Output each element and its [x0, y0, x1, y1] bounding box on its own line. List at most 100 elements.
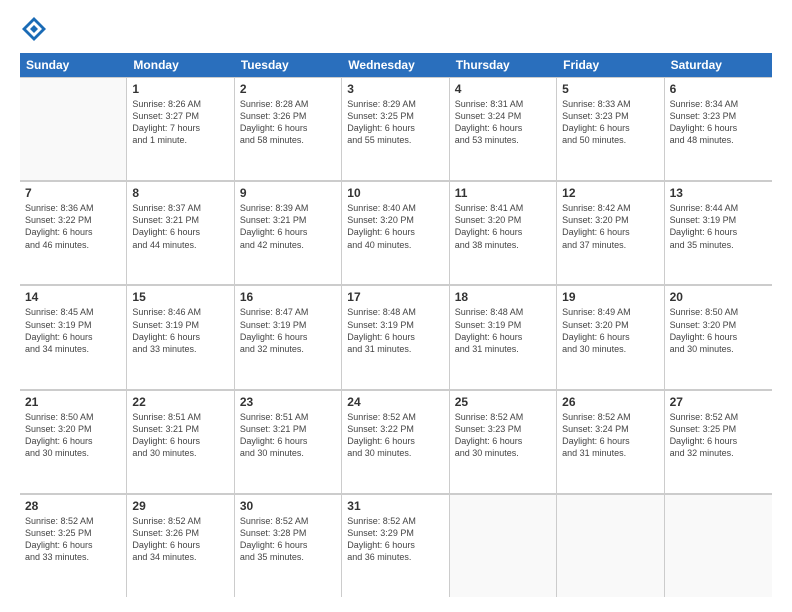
cal-cell: 3 Sunrise: 8:29 AM Sunset: 3:25 PM Daylig… [342, 77, 449, 180]
day-info: Sunrise: 8:31 AM Sunset: 3:24 PM Dayligh… [455, 98, 551, 147]
page: SundayMondayTuesdayWednesdayThursdayFrid… [0, 0, 792, 612]
cal-cell: 28 Sunrise: 8:52 AM Sunset: 3:25 PM Dayli… [20, 494, 127, 597]
cal-cell: 29Sunrise: 8:52 AM Sunset: 3:26 PM Dayli… [127, 494, 234, 597]
cal-cell [450, 494, 557, 597]
day-number: 17 [347, 290, 443, 304]
day-info: Sunrise: 8:37 AM Sunset: 3:21 PM Dayligh… [132, 202, 228, 251]
cal-cell [665, 494, 772, 597]
day-info: Sunrise: 8:50 AM Sunset: 3:20 PM Dayligh… [25, 411, 121, 460]
cal-cell: 7Sunrise: 8:36 AM Sunset: 3:22 PM Daylig… [20, 181, 127, 284]
day-info: Sunrise: 8:50 AM Sunset: 3:20 PM Dayligh… [670, 306, 767, 355]
cal-cell: 20Sunrise: 8:50 AM Sunset: 3:20 PM Dayli… [665, 285, 772, 388]
cal-header-cell: Sunday [20, 53, 127, 77]
cal-week: 14 Sunrise: 8:45 AM Sunset: 3:19 PM Dayli… [20, 285, 772, 389]
day-number: 9 [240, 186, 336, 200]
day-info: Sunrise: 8:40 AM Sunset: 3:20 PM Dayligh… [347, 202, 443, 251]
day-number: 12 [562, 186, 658, 200]
day-info: Sunrise: 8:51 AM Sunset: 3:21 PM Dayligh… [132, 411, 228, 460]
cal-header-cell: Tuesday [235, 53, 342, 77]
day-info: Sunrise: 8:26 AM Sunset: 3:27 PM Dayligh… [132, 98, 228, 147]
calendar-header: SundayMondayTuesdayWednesdayThursdayFrid… [20, 53, 772, 77]
day-number: 11 [455, 186, 551, 200]
day-number: 19 [562, 290, 658, 304]
day-number: 2 [240, 82, 336, 96]
cal-cell: 22 Sunrise: 8:51 AM Sunset: 3:21 PM Dayli… [127, 390, 234, 493]
cal-week: 7Sunrise: 8:36 AM Sunset: 3:22 PM Daylig… [20, 181, 772, 285]
cal-cell: 16 Sunrise: 8:47 AM Sunset: 3:19 PM Dayli… [235, 285, 342, 388]
cal-cell: 4 Sunrise: 8:31 AM Sunset: 3:24 PM Daylig… [450, 77, 557, 180]
cal-cell: 2Sunrise: 8:28 AM Sunset: 3:26 PM Daylig… [235, 77, 342, 180]
day-info: Sunrise: 8:49 AM Sunset: 3:20 PM Dayligh… [562, 306, 658, 355]
day-info: Sunrise: 8:48 AM Sunset: 3:19 PM Dayligh… [455, 306, 551, 355]
cal-cell: 12 Sunrise: 8:42 AM Sunset: 3:20 PM Dayli… [557, 181, 664, 284]
day-number: 10 [347, 186, 443, 200]
cal-cell: 10 Sunrise: 8:40 AM Sunset: 3:20 PM Dayli… [342, 181, 449, 284]
cal-header-cell: Friday [557, 53, 664, 77]
day-number: 7 [25, 186, 121, 200]
cal-cell: 30 Sunrise: 8:52 AM Sunset: 3:28 PM Dayli… [235, 494, 342, 597]
cal-cell: 14 Sunrise: 8:45 AM Sunset: 3:19 PM Dayli… [20, 285, 127, 388]
day-number: 26 [562, 395, 658, 409]
cal-cell: 6 Sunrise: 8:34 AM Sunset: 3:23 PM Daylig… [665, 77, 772, 180]
cal-header-cell: Monday [127, 53, 234, 77]
day-number: 24 [347, 395, 443, 409]
day-number: 21 [25, 395, 121, 409]
cal-cell: 13 Sunrise: 8:44 AM Sunset: 3:19 PM Dayli… [665, 181, 772, 284]
header [20, 15, 772, 43]
cal-cell: 5Sunrise: 8:33 AM Sunset: 3:23 PM Daylig… [557, 77, 664, 180]
day-number: 1 [132, 82, 228, 96]
day-number: 18 [455, 290, 551, 304]
day-number: 15 [132, 290, 228, 304]
cal-cell: 17Sunrise: 8:48 AM Sunset: 3:19 PM Dayli… [342, 285, 449, 388]
day-info: Sunrise: 8:44 AM Sunset: 3:19 PM Dayligh… [670, 202, 767, 251]
cal-header-cell: Thursday [450, 53, 557, 77]
cal-cell: 24 Sunrise: 8:52 AM Sunset: 3:22 PM Dayli… [342, 390, 449, 493]
cal-week: 1 Sunrise: 8:26 AM Sunset: 3:27 PM Daylig… [20, 77, 772, 181]
cal-cell: 26 Sunrise: 8:52 AM Sunset: 3:24 PM Dayli… [557, 390, 664, 493]
logo [20, 15, 54, 43]
day-number: 22 [132, 395, 228, 409]
day-number: 3 [347, 82, 443, 96]
cal-cell: 25Sunrise: 8:52 AM Sunset: 3:23 PM Dayli… [450, 390, 557, 493]
day-number: 29 [132, 499, 228, 513]
cal-cell: 18 Sunrise: 8:48 AM Sunset: 3:19 PM Dayli… [450, 285, 557, 388]
day-info: Sunrise: 8:46 AM Sunset: 3:19 PM Dayligh… [132, 306, 228, 355]
cal-cell [20, 77, 127, 180]
cal-cell: 15 Sunrise: 8:46 AM Sunset: 3:19 PM Dayli… [127, 285, 234, 388]
day-number: 28 [25, 499, 121, 513]
day-number: 4 [455, 82, 551, 96]
day-info: Sunrise: 8:52 AM Sunset: 3:22 PM Dayligh… [347, 411, 443, 460]
cal-cell: 21 Sunrise: 8:50 AM Sunset: 3:20 PM Dayli… [20, 390, 127, 493]
day-info: Sunrise: 8:51 AM Sunset: 3:21 PM Dayligh… [240, 411, 336, 460]
day-number: 16 [240, 290, 336, 304]
cal-cell [557, 494, 664, 597]
day-info: Sunrise: 8:39 AM Sunset: 3:21 PM Dayligh… [240, 202, 336, 251]
cal-cell: 23 Sunrise: 8:51 AM Sunset: 3:21 PM Dayli… [235, 390, 342, 493]
cal-week: 21 Sunrise: 8:50 AM Sunset: 3:20 PM Dayli… [20, 390, 772, 494]
day-info: Sunrise: 8:52 AM Sunset: 3:25 PM Dayligh… [25, 515, 121, 564]
cal-header-cell: Saturday [665, 53, 772, 77]
day-info: Sunrise: 8:29 AM Sunset: 3:25 PM Dayligh… [347, 98, 443, 147]
day-number: 14 [25, 290, 121, 304]
day-number: 23 [240, 395, 336, 409]
cal-cell: 11Sunrise: 8:41 AM Sunset: 3:20 PM Dayli… [450, 181, 557, 284]
cal-cell: 31Sunrise: 8:52 AM Sunset: 3:29 PM Dayli… [342, 494, 449, 597]
day-info: Sunrise: 8:42 AM Sunset: 3:20 PM Dayligh… [562, 202, 658, 251]
cal-cell: 8Sunrise: 8:37 AM Sunset: 3:21 PM Daylig… [127, 181, 234, 284]
cal-cell: 19 Sunrise: 8:49 AM Sunset: 3:20 PM Dayli… [557, 285, 664, 388]
day-number: 6 [670, 82, 767, 96]
day-info: Sunrise: 8:34 AM Sunset: 3:23 PM Dayligh… [670, 98, 767, 147]
cal-header-cell: Wednesday [342, 53, 449, 77]
day-info: Sunrise: 8:45 AM Sunset: 3:19 PM Dayligh… [25, 306, 121, 355]
cal-cell: 1 Sunrise: 8:26 AM Sunset: 3:27 PM Daylig… [127, 77, 234, 180]
logo-icon [20, 15, 48, 43]
calendar-body: 1 Sunrise: 8:26 AM Sunset: 3:27 PM Daylig… [20, 77, 772, 597]
day-number: 13 [670, 186, 767, 200]
day-number: 30 [240, 499, 336, 513]
day-info: Sunrise: 8:52 AM Sunset: 3:24 PM Dayligh… [562, 411, 658, 460]
cal-week: 28 Sunrise: 8:52 AM Sunset: 3:25 PM Dayli… [20, 494, 772, 597]
day-info: Sunrise: 8:47 AM Sunset: 3:19 PM Dayligh… [240, 306, 336, 355]
day-number: 5 [562, 82, 658, 96]
day-info: Sunrise: 8:52 AM Sunset: 3:23 PM Dayligh… [455, 411, 551, 460]
day-info: Sunrise: 8:52 AM Sunset: 3:28 PM Dayligh… [240, 515, 336, 564]
